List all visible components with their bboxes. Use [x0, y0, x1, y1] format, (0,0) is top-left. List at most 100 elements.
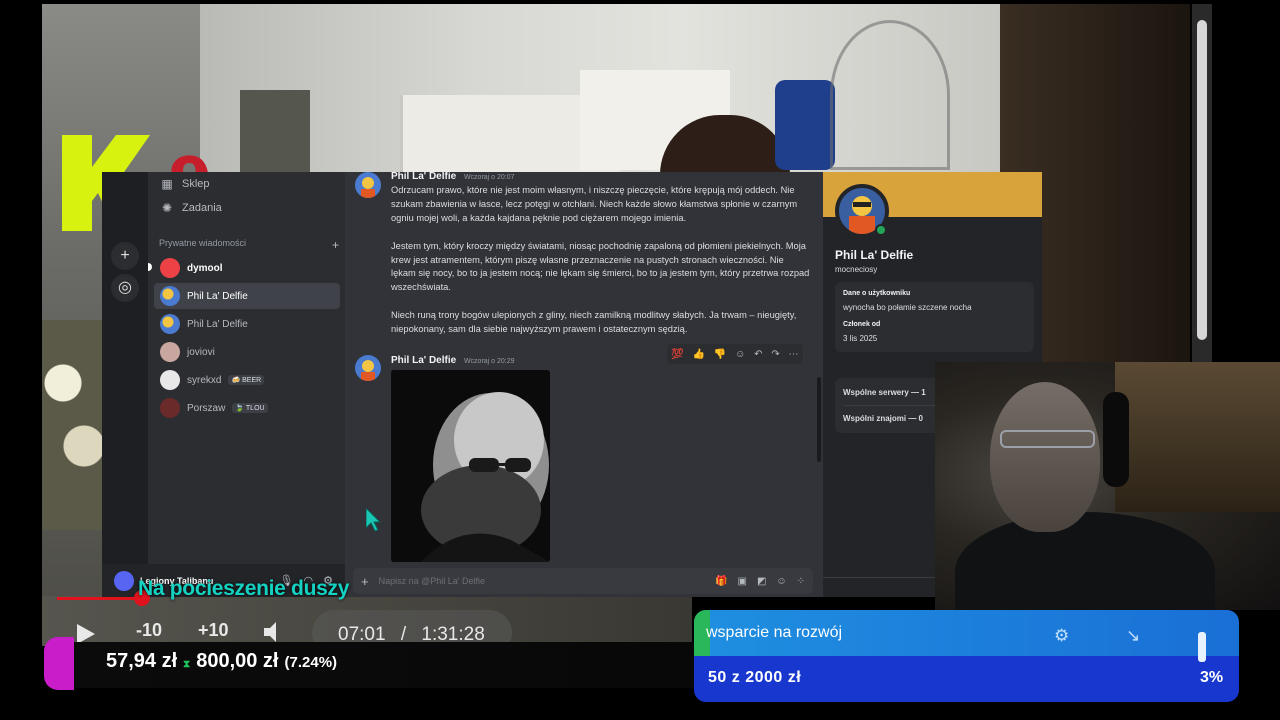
goal-value: 50 z 2000 zł [708, 669, 802, 686]
message-header: Phil La' Delfie Wczoraj o 20:29 [391, 355, 515, 366]
avatar [160, 342, 180, 362]
profile-username: mocneciosy [835, 265, 878, 274]
goal-percent: 3% [1200, 669, 1224, 686]
discord-window: + ◎ ▦ Sklep ✺ Zadania Prywatne wiadomośc… [102, 172, 1042, 597]
message-paragraph: Jestem tym, który kroczy między światami… [391, 240, 810, 293]
avatar [160, 398, 180, 418]
gif-icon[interactable]: ▣ [737, 576, 746, 587]
donation-accent [44, 637, 74, 690]
dm-item-label: joviovi [187, 346, 215, 358]
sticker-icon[interactable]: ◩ [757, 576, 766, 587]
video-shelf [830, 20, 950, 170]
apps-icon[interactable]: ⁘ [797, 576, 805, 587]
donation-percent: (7.24%) [284, 654, 338, 671]
goal-progress-fill [1198, 632, 1206, 662]
emoji-icon[interactable]: ☺ [776, 576, 786, 587]
avatar [114, 570, 134, 591]
avatar [355, 355, 381, 381]
member-since-label: Członek od [843, 321, 881, 328]
dm-item-label: dymool [187, 262, 223, 274]
dm-item-phil[interactable]: Phil La' Delfie [154, 311, 340, 337]
donation-text: 57,94 zł ⧗ 800,00 zł (7.24%) [106, 650, 337, 673]
dm-item-phil-active[interactable]: Phil La' Delfie [154, 283, 340, 309]
webcam-person-face [990, 382, 1100, 532]
expand-arrow-icon: ↘ [1126, 626, 1141, 645]
message-paragraph: Odrzucam prawo, które nie jest moim włas… [391, 185, 798, 223]
forward-button[interactable]: +10 [198, 620, 229, 641]
explore-servers-button[interactable]: ◎ [111, 274, 139, 302]
message-timestamp: Wczoraj o 20:29 [463, 358, 515, 365]
status-badge: 🍃 TLOU [232, 403, 268, 413]
dm-item-label: Phil La' Delfie [187, 290, 248, 302]
message-paragraph: Niech runą trony bogów ulepionych z glin… [391, 310, 797, 335]
dm-header-label: Prywatne wiadomości [159, 238, 247, 248]
reaction-100-icon[interactable]: 💯 [671, 349, 683, 360]
nav-shop-label: Sklep [182, 178, 210, 190]
video-door [240, 90, 310, 180]
dm-item-porszaw[interactable]: Porszaw 🍃 TLOU [154, 395, 340, 421]
thumbs-down-icon[interactable]: 👎 [714, 349, 726, 360]
webcam-glasses [1000, 430, 1095, 448]
member-since-value: 3 lis 2025 [843, 334, 878, 343]
goal-title: wsparcie na rozwój [706, 624, 843, 641]
message-composer[interactable]: + Napisz na @Phil La' Delfie 🎁 ▣ ◩ ☺ ⁘ [353, 568, 813, 594]
webcam-person-body [955, 512, 1215, 610]
webcam-headset [1103, 392, 1129, 487]
avatar [160, 258, 180, 278]
about-text: wynocha bo połamie szczene nocha [843, 303, 972, 312]
new-dm-plus-icon[interactable]: + [332, 238, 339, 252]
avatar [160, 370, 180, 390]
chat-scrollbar[interactable] [817, 377, 821, 462]
nav-quests-label: Zadania [182, 202, 222, 214]
webcam-feed [935, 362, 1280, 610]
nav-quests[interactable]: ✺ Zadania [160, 196, 222, 220]
status-badge: 🍻 BEER [228, 375, 265, 385]
thumbs-up-icon[interactable]: 👍 [693, 349, 705, 360]
message-toolbar: 💯 👍 👎 ☺ ↶ ↷ ⋯ [667, 344, 803, 364]
message-image[interactable] [391, 370, 550, 562]
dm-item-label: syrekxd [187, 374, 222, 386]
dm-panel: ▦ Sklep ✺ Zadania Prywatne wiadomości + … [148, 172, 345, 597]
message-header: Phil La' Delfie Wczoraj o 20:07 [391, 172, 515, 182]
shop-icon: ▦ [161, 177, 173, 191]
message-author[interactable]: Phil La' Delfie [391, 172, 456, 182]
video-title: Na pocieszenie duszy [138, 577, 350, 600]
profile-info-card: Dane o użytkowniku wynocha bo połamie sz… [835, 282, 1034, 352]
dm-item-label: Phil La' Delfie [187, 318, 248, 330]
gear-icon: ⚙ [1054, 626, 1070, 645]
message-author[interactable]: Phil La' Delfie [391, 355, 456, 366]
nav-shop[interactable]: ▦ Sklep [160, 172, 210, 196]
reply-icon[interactable]: ↶ [754, 349, 762, 360]
donation-target: 800,00 zł [196, 650, 279, 672]
message-timestamp: Wczoraj o 20:07 [463, 174, 515, 181]
server-rail: + ◎ [102, 172, 148, 597]
rewind-button[interactable]: -10 [136, 620, 162, 641]
donation-separator-icon: ⧗ [183, 659, 191, 670]
dm-item-dymool[interactable]: dymool [154, 255, 340, 281]
add-server-button[interactable]: + [111, 242, 139, 270]
dm-item-joviovi[interactable]: joviovi [154, 339, 340, 365]
more-icon[interactable]: ⋯ [789, 349, 799, 360]
online-status-indicator [875, 224, 887, 236]
webcam-background [1115, 362, 1280, 512]
dm-item-label: Porszaw [187, 402, 226, 414]
avatar [160, 286, 180, 306]
composer-placeholder[interactable]: Napisz na @Phil La' Delfie [379, 576, 485, 586]
forward-icon[interactable]: ↷ [771, 349, 779, 360]
mouse-cursor-icon [365, 506, 382, 537]
add-reaction-icon[interactable]: ☺ [735, 349, 745, 360]
page-scrollbar-thumb[interactable] [1197, 20, 1207, 340]
profile-name: Phil La' Delfie [835, 248, 914, 262]
goal-widget: wsparcie na rozwój ⚙ ↘ 50 z 2000 zł 3% [694, 610, 1239, 702]
chat-area: Phil La' Delfie Wczoraj o 20:07 Odrzucam… [345, 172, 823, 597]
message-body: Odrzucam prawo, które nie jest moim włas… [391, 184, 811, 351]
avatar [160, 314, 180, 334]
unread-indicator [148, 263, 152, 271]
donation-current: 57,94 zł [106, 650, 178, 672]
gift-icon[interactable]: 🎁 [715, 576, 727, 587]
dm-item-syrekxd[interactable]: syrekxd 🍻 BEER [154, 367, 340, 393]
dm-section-header: Prywatne wiadomości + [159, 238, 339, 252]
attach-plus-icon[interactable]: + [361, 574, 369, 589]
quests-icon: ✺ [161, 201, 173, 215]
about-label: Dane o użytkowniku [843, 290, 911, 297]
